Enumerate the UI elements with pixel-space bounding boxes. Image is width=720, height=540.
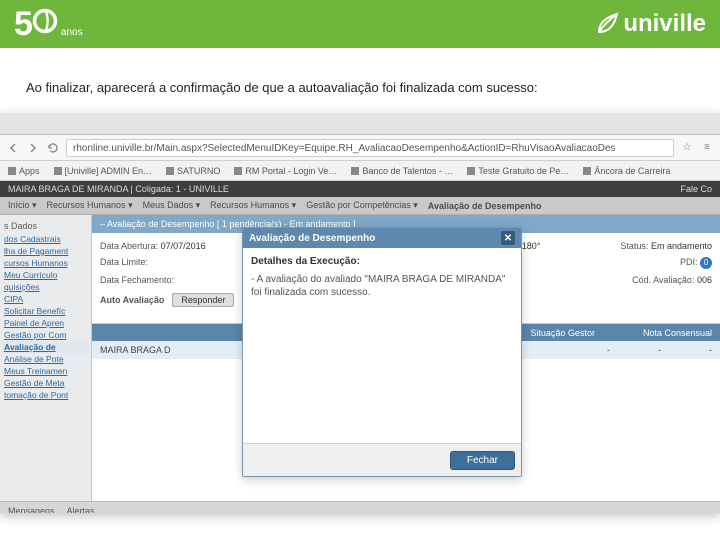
back-icon[interactable] (6, 141, 20, 155)
bookmark-label: Banco de Talentos - … (362, 166, 453, 176)
row-cons: - (709, 345, 712, 355)
row-nota: - (607, 345, 610, 355)
auto-avaliacao-label: Auto Avaliação (100, 295, 164, 305)
bookmark-item[interactable]: Banco de Talentos - … (351, 166, 453, 176)
sidebar-item[interactable]: Meu Currículo (2, 269, 89, 281)
app-top-nav: Início ▾ Recursos Humanos ▾ Meus Dados ▾… (0, 197, 720, 215)
close-icon[interactable]: ✕ (501, 231, 515, 245)
confirmation-modal: Avaliação de Desempenho ✕ Detalhes da Ex… (242, 227, 522, 477)
row-sit: - (658, 345, 661, 355)
bookmark-label: Âncora de Carreira (594, 166, 670, 176)
nav-rh2[interactable]: Recursos Humanos ▾ (210, 200, 296, 211)
sidebar-item[interactable]: Meus Treinamen (2, 365, 89, 377)
favicon-icon (583, 167, 591, 175)
sidebar-item[interactable]: Painel de Apren (2, 317, 89, 329)
cod-avaliacao-value: 006 (697, 275, 712, 285)
favicon-icon (54, 167, 62, 175)
nav-rh[interactable]: Recursos Humanos ▾ (47, 200, 133, 211)
bookmark-item[interactable]: Âncora de Carreira (583, 166, 670, 176)
sidebar-item[interactable]: Gestão de Meta (2, 377, 89, 389)
modal-footer: Fechar (243, 443, 521, 476)
menu-icon[interactable]: ≡ (700, 141, 714, 155)
favicon-icon (467, 167, 475, 175)
modal-message: - A avaliação do avaliado "MAIRA BRAGA D… (251, 273, 513, 299)
sidebar-item[interactable]: Análise de Pote (2, 353, 89, 365)
data-fechamento-label: Data Fechamento: (100, 275, 174, 285)
sidebar-item[interactable]: Gestão por Com (2, 329, 89, 341)
bookmark-item[interactable]: RM Portal - Login Ve… (234, 166, 337, 176)
col-nota-consensual: Nota Consensual (643, 328, 712, 338)
nav-meus-dados[interactable]: Meus Dados ▾ (143, 200, 201, 211)
modal-header: Avaliação de Desempenho ✕ (243, 228, 521, 248)
sidebar-item-active[interactable]: Avaliação de (2, 341, 89, 353)
sidebar-item[interactable]: CIPA (2, 293, 89, 305)
bookmark-label: SATURNO (177, 166, 220, 176)
sidebar-item[interactable]: dos Cadastrais (2, 233, 89, 245)
col-situacao-gestor: Situação Gestor (530, 328, 595, 338)
nav-avaliacao[interactable]: Avaliação de Desempenho (428, 201, 542, 211)
favicon-icon (166, 167, 174, 175)
data-limite-label: Data Limite: (100, 257, 148, 269)
browser-screenshot: rhonline.univille.br/Main.aspx?SelectedM… (0, 113, 720, 513)
apps-button[interactable]: Apps (8, 166, 40, 176)
favicon-icon (234, 167, 242, 175)
logo-50-anos: 5 anos (14, 5, 83, 44)
tipo-value: 180° (522, 241, 541, 251)
logo-five: 5 (14, 5, 31, 44)
bookmark-label: RM Portal - Login Ve… (245, 166, 337, 176)
tab-mensagens[interactable]: Mensagens (8, 506, 55, 514)
brand-univille: univille (595, 10, 706, 38)
data-abertura-value: 07/07/2016 (161, 241, 206, 251)
fechar-button[interactable]: Fechar (450, 451, 515, 470)
modal-subtitle: Detalhes da Execução: (251, 256, 513, 267)
favicon-icon (351, 167, 359, 175)
app-body: s Dados dos Cadastrais lha de Pagament c… (0, 215, 720, 501)
bookmarks-bar: Apps [Univille] ADMIN En… SATURNO RM Por… (0, 161, 720, 181)
tab-alertas[interactable]: Alertas (67, 506, 95, 514)
bookmark-item[interactable]: Teste Gratuito de Pe… (467, 166, 569, 176)
data-abertura-label: Data Abertura: (100, 241, 158, 251)
content-panel: – Avaliação de Desempenho [ 1 pendência(… (92, 215, 720, 501)
responder-button[interactable]: Responder (172, 293, 234, 307)
apps-label: Apps (19, 166, 40, 176)
nav-inicio[interactable]: Início ▾ (8, 200, 37, 211)
browser-toolbar: rhonline.univille.br/Main.aspx?SelectedM… (0, 135, 720, 161)
modal-title: Avaliação de Desempenho (249, 233, 375, 244)
slide-caption: Ao finalizar, aparecerá a confirmação de… (0, 56, 720, 105)
apps-icon (8, 167, 16, 175)
pdi-badge[interactable]: 0 (700, 257, 712, 269)
logo-zero-leaf-icon (31, 7, 59, 35)
app-bottom-tabs: Mensagens Alertas (0, 501, 720, 513)
nav-gestao[interactable]: Gestão por Competências ▾ (306, 200, 418, 211)
bookmark-label: Teste Gratuito de Pe… (478, 166, 569, 176)
logo-anos-text: anos (61, 27, 83, 38)
brand-text: univille (623, 10, 706, 38)
leaf-icon (595, 12, 619, 36)
sidebar-item[interactable]: tomação de Pont (2, 389, 89, 401)
sidebar-header: s Dados (2, 219, 89, 233)
cod-avaliacao-label: Cód. Avaliação: (632, 275, 694, 285)
sidebar-item[interactable]: cursos Humanos (2, 257, 89, 269)
sidebar: s Dados dos Cadastrais lha de Pagament c… (0, 215, 92, 501)
slide-header-banner: 5 anos univille (0, 0, 720, 56)
browser-tabstrip (0, 113, 720, 135)
app-title-right[interactable]: Fale Co (680, 184, 712, 194)
star-icon[interactable]: ☆ (680, 141, 694, 155)
bookmark-item[interactable]: [Univille] ADMIN En… (54, 166, 153, 176)
bookmark-label: [Univille] ADMIN En… (65, 166, 153, 176)
sidebar-item[interactable]: lha de Pagament (2, 245, 89, 257)
bookmark-item[interactable]: SATURNO (166, 166, 220, 176)
reload-icon[interactable] (46, 141, 60, 155)
sidebar-item[interactable]: Solicitar Benefíc (2, 305, 89, 317)
pdi-label: PDI: (680, 257, 698, 267)
status-value: Em andamento (651, 241, 712, 251)
modal-body: Detalhes da Execução: - A avaliação do a… (243, 248, 521, 443)
app-title-left: MAIRA BRAGA DE MIRANDA | Coligada: 1 - U… (8, 184, 229, 194)
status-label: Status: (620, 241, 648, 251)
app-title-bar: MAIRA BRAGA DE MIRANDA | Coligada: 1 - U… (0, 181, 720, 197)
forward-icon[interactable] (26, 141, 40, 155)
address-bar[interactable]: rhonline.univille.br/Main.aspx?SelectedM… (66, 139, 674, 157)
sidebar-item[interactable]: quisições (2, 281, 89, 293)
